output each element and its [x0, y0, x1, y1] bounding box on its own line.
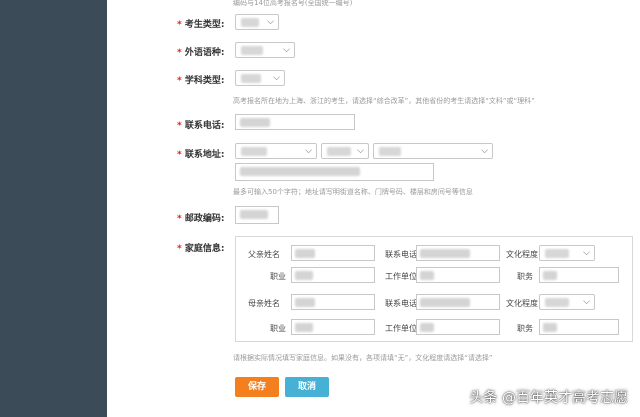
father-education-select[interactable]: ⌵ — [539, 245, 595, 261]
subject-label: * 学科类型: — [177, 76, 225, 86]
save-button[interactable]: 保存 — [235, 377, 279, 397]
language-select[interactable]: ⌵ — [235, 42, 295, 58]
mother-phone-input[interactable] — [416, 294, 500, 310]
father-phone-input[interactable] — [416, 245, 500, 261]
left-sidebar — [0, 0, 107, 417]
exam-type-select[interactable]: ⌵ — [235, 14, 279, 30]
chevron-down-icon: ⌵ — [481, 146, 488, 156]
chevron-down-icon: ⌵ — [357, 146, 364, 156]
family-hint: 请根据实际情况填写家庭信息。如果没有，各项请填“无”，文化程度请选择“请选择” — [233, 354, 493, 362]
mother-occupation-input[interactable] — [291, 319, 375, 335]
mother-occupation-label: 职业 — [270, 324, 286, 333]
address-label: * 联系地址: — [177, 150, 225, 160]
subject-hint: 高考报名所在地为上海、浙江的考生，请选择“综合改革”，其他省份的考生请选择“文科… — [233, 97, 535, 105]
watermark: 头条 @百年英才高考志愿 — [469, 390, 628, 406]
father-name-input[interactable] — [291, 245, 375, 261]
father-education-label: 文化程度 — [506, 250, 538, 259]
mother-name-input[interactable] — [291, 294, 375, 310]
mother-phone-label: 联系电话 — [385, 299, 417, 308]
mother-education-label: 文化程度 — [506, 299, 538, 308]
mother-workplace-label: 工作单位 — [385, 324, 417, 333]
province-select[interactable]: ⌵ — [235, 143, 317, 159]
city-select[interactable]: ⌵ — [321, 143, 369, 159]
mother-name-label: 母亲姓名 — [248, 299, 280, 308]
exam-type-label: * 考生类型: — [177, 20, 225, 30]
address-detail-input[interactable] — [235, 163, 434, 181]
top-hint: 编码与14位高考报名号(全国统一编号) — [233, 0, 353, 7]
father-position-label: 职务 — [517, 272, 533, 281]
chevron-down-icon: ⌵ — [305, 146, 312, 156]
father-name-label: 父亲姓名 — [248, 250, 280, 259]
mother-workplace-input[interactable] — [416, 319, 500, 335]
chevron-down-icon: ⌵ — [283, 45, 290, 55]
postcode-input[interactable] — [235, 206, 279, 224]
father-phone-label: 联系电话 — [385, 250, 417, 259]
chevron-down-icon: ⌵ — [583, 297, 590, 307]
chevron-down-icon: ⌵ — [583, 248, 590, 258]
cancel-button[interactable]: 取消 — [285, 377, 329, 397]
mother-position-input[interactable] — [539, 319, 619, 335]
chevron-down-icon: ⌵ — [267, 17, 274, 27]
family-label: * 家庭信息: — [177, 244, 225, 254]
mother-position-label: 职务 — [517, 324, 533, 333]
phone-label: * 联系电话: — [177, 121, 225, 131]
district-select[interactable]: ⌵ — [373, 143, 493, 159]
phone-input[interactable] — [235, 114, 355, 130]
father-workplace-label: 工作单位 — [385, 272, 417, 281]
family-info-panel: 父亲姓名 联系电话 文化程度 ⌵ 职业 工作单位 职务 母亲姓名 联系电话 文化… — [235, 236, 633, 342]
father-occupation-label: 职业 — [270, 272, 286, 281]
subject-select[interactable]: ⌵ — [235, 70, 285, 86]
chevron-down-icon: ⌵ — [273, 73, 280, 83]
address-hint: 最多可输入50个字符；地址请写明街道名称、门牌号码、楼层和房间号等信息 — [233, 188, 473, 196]
father-occupation-input[interactable] — [291, 267, 375, 283]
father-position-input[interactable] — [539, 267, 619, 283]
mother-education-select[interactable]: ⌵ — [539, 294, 595, 310]
language-label: * 外语语种: — [177, 48, 225, 58]
father-workplace-input[interactable] — [416, 267, 500, 283]
registration-form: 编码与14位高考报名号(全国统一编号) * 考生类型: ⌵ * 外语语种: ⌵ … — [107, 0, 640, 417]
postcode-label: * 邮政编码: — [177, 214, 225, 224]
